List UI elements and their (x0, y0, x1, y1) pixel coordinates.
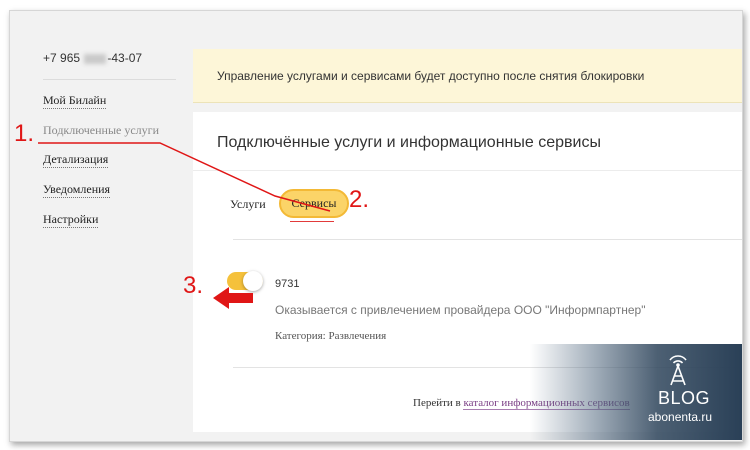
annotation-step-2: 2. (349, 186, 370, 213)
annotation-line (38, 142, 331, 212)
watermark-brand: BLOG (658, 388, 711, 408)
annotation-step-3: 3. (183, 272, 204, 299)
antenna-icon (669, 355, 687, 386)
annotation-step-1: 1. (14, 120, 35, 147)
annotation-arrow-icon (213, 287, 253, 309)
watermark: BLOG abonenta.ru (530, 344, 742, 440)
watermark-site: abonenta.ru (648, 410, 713, 424)
